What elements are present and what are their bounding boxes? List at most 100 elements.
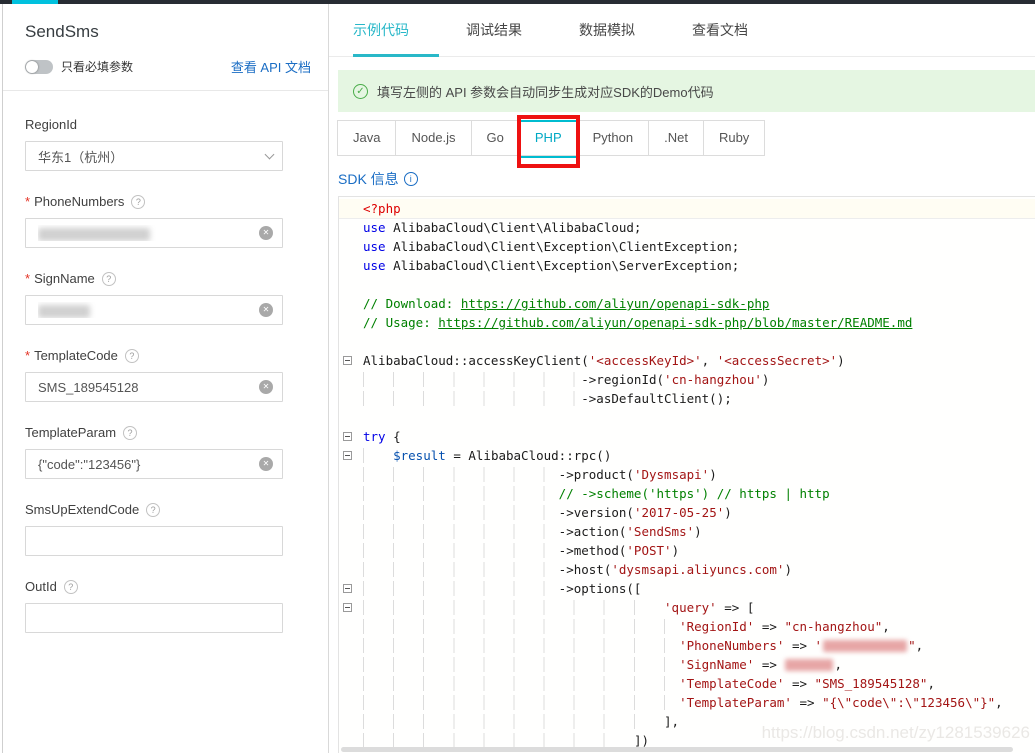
field-label-text: OutId [25,579,57,594]
page: SendSms 只看必填参数 查看 API 文档 RegionId 华东1（杭州）… [0,4,1035,753]
tab-data-mock[interactable]: 数据模拟 [579,4,635,56]
code-token-str: '2017-05-25' [634,505,724,520]
code-token-str: "cn-hangzhou" [784,619,882,634]
field-label-region-id: RegionId [25,117,311,132]
code-token-str: "SMS_189545128" [815,676,928,691]
indent-guides [363,562,559,577]
code-token-var: $result [393,448,446,463]
code-line: 'TemplateParam' => "{\"code\":\"123456\"… [339,693,1035,712]
indent-guides [363,581,559,596]
code-line: ->method('POST') [339,541,1035,560]
sdk-info-link[interactable]: SDK 信息 i [338,169,418,189]
code-token-str: 'PhoneNumbers' [679,638,784,653]
clear-icon[interactable]: ✕ [259,303,273,317]
chevron-down-icon [265,149,275,159]
code-line: AlibabaCloud::accessKeyClient('<accessKe… [339,351,1035,370]
progress-accent-segment [12,0,58,4]
lang-tab-ruby[interactable]: Ruby [703,120,765,156]
code-line: // Download: https://github.com/aliyun/o… [339,294,1035,313]
template-code-input[interactable]: SMS_189545128✕ [25,372,283,402]
view-api-doc-link[interactable]: 查看 API 文档 [231,57,311,76]
required-only-toggle[interactable] [25,60,53,74]
clear-icon[interactable]: ✕ [259,457,273,471]
indent-guides [363,600,664,615]
code-line [339,408,1035,427]
field-value: 华东1（杭州） [38,147,266,166]
code-token-str: 'RegionId' [679,619,754,634]
help-icon[interactable]: ? [131,195,145,209]
code-line: use AlibabaCloud\Client\AlibabaCloud; [339,218,1035,237]
fold-marker-icon[interactable] [343,451,352,460]
field-template-param: TemplateParam? {"code":"123456"}✕ [25,425,311,479]
field-label-text: TemplateParam [25,425,116,440]
indent-guides [363,524,559,539]
help-icon[interactable]: ? [123,426,137,440]
info-circle-icon: i [404,172,418,186]
code-token-txt: ) [724,505,732,520]
code-token-txt: ->regionId( [581,372,664,387]
code-token-str: 'dysmsapi.aliyuncs.com' [611,562,784,577]
code-line: ->product('Dysmsapi') [339,465,1035,484]
sms-up-extend-code-input[interactable] [25,526,283,556]
code-token-txt: => [754,657,784,672]
fold-marker-icon[interactable] [343,432,352,441]
code-line: 'PhoneNumbers' => '", [339,636,1035,655]
lang-tab-nodejs[interactable]: Node.js [395,120,471,156]
code-line [339,275,1035,294]
template-param-input[interactable]: {"code":"123456"}✕ [25,449,283,479]
lang-tab-java[interactable]: Java [337,120,396,156]
lang-tab-dotnet[interactable]: .Net [648,120,704,156]
blurred-code-value [785,659,833,671]
code-token-kw: use [363,220,386,235]
code-token-txt: ) [709,467,717,482]
blurred-value [38,228,150,241]
code-token-txt: AlibabaCloud\Client\Exception\ServerExce… [386,258,740,273]
indent-guides [363,733,634,748]
code-token-txt: ->asDefaultClient(); [581,391,732,406]
indent-guides [363,638,679,653]
code-token-txt: ) [784,562,792,577]
help-icon[interactable]: ? [146,503,160,517]
code-lines: <?phpuse AlibabaCloud\Client\AlibabaClou… [339,199,1035,750]
code-token-com: // Usage: [363,315,438,330]
fold-marker-icon[interactable] [343,356,352,365]
tab-view-doc[interactable]: 查看文档 [692,4,748,56]
left-panel-header: SendSms 只看必填参数 查看 API 文档 [3,4,328,90]
lang-tab-python[interactable]: Python [577,120,649,156]
help-icon[interactable]: ? [102,272,116,286]
code-token-str: '<accessKeyId>' [589,353,702,368]
fold-marker-icon[interactable] [343,584,352,593]
code-token-txt: ], [664,714,679,729]
fold-marker-icon[interactable] [343,603,352,612]
tab-debug-result[interactable]: 调试结果 [466,4,522,56]
clear-icon[interactable]: ✕ [259,380,273,394]
code-line: ->regionId('cn-hangzhou') [339,370,1035,389]
code-token-txt: ) [694,524,702,539]
code-editor[interactable]: <?phpuse AlibabaCloud\Client\AlibabaClou… [338,196,1035,753]
code-token-txt: AlibabaCloud::accessKeyClient( [363,353,589,368]
code-token-str: '<accessSecret>' [717,353,837,368]
field-out-id: OutId? [25,579,311,633]
help-icon[interactable]: ? [64,580,78,594]
out-id-input[interactable] [25,603,283,633]
region-id-select[interactable]: 华东1（杭州） [25,141,283,171]
tab-sample-code[interactable]: 示例代码 [353,4,409,56]
lang-tab-go[interactable]: Go [471,120,520,156]
code-token-txt: , [834,657,842,672]
code-token-txt: => [784,676,814,691]
lang-tab-php[interactable]: PHP [519,120,578,156]
indent-guides [363,619,679,634]
code-token-com: // Download: [363,296,461,311]
help-icon[interactable]: ? [125,349,139,363]
indent-guides [363,467,559,482]
code-token-txt: ->version( [559,505,634,520]
code-token-txt: , [995,695,1003,710]
sign-name-input[interactable]: ✕ [25,295,283,325]
phone-numbers-input[interactable]: ✕ [25,218,283,248]
code-line: ->host('dysmsapi.aliyuncs.com') [339,560,1035,579]
annotation-red-box [517,115,580,168]
code-line: $result = AlibabaCloud::rpc() [339,446,1035,465]
horizontal-scrollbar[interactable] [341,747,1013,752]
code-line: 'RegionId' => "cn-hangzhou", [339,617,1035,636]
clear-icon[interactable]: ✕ [259,226,273,240]
